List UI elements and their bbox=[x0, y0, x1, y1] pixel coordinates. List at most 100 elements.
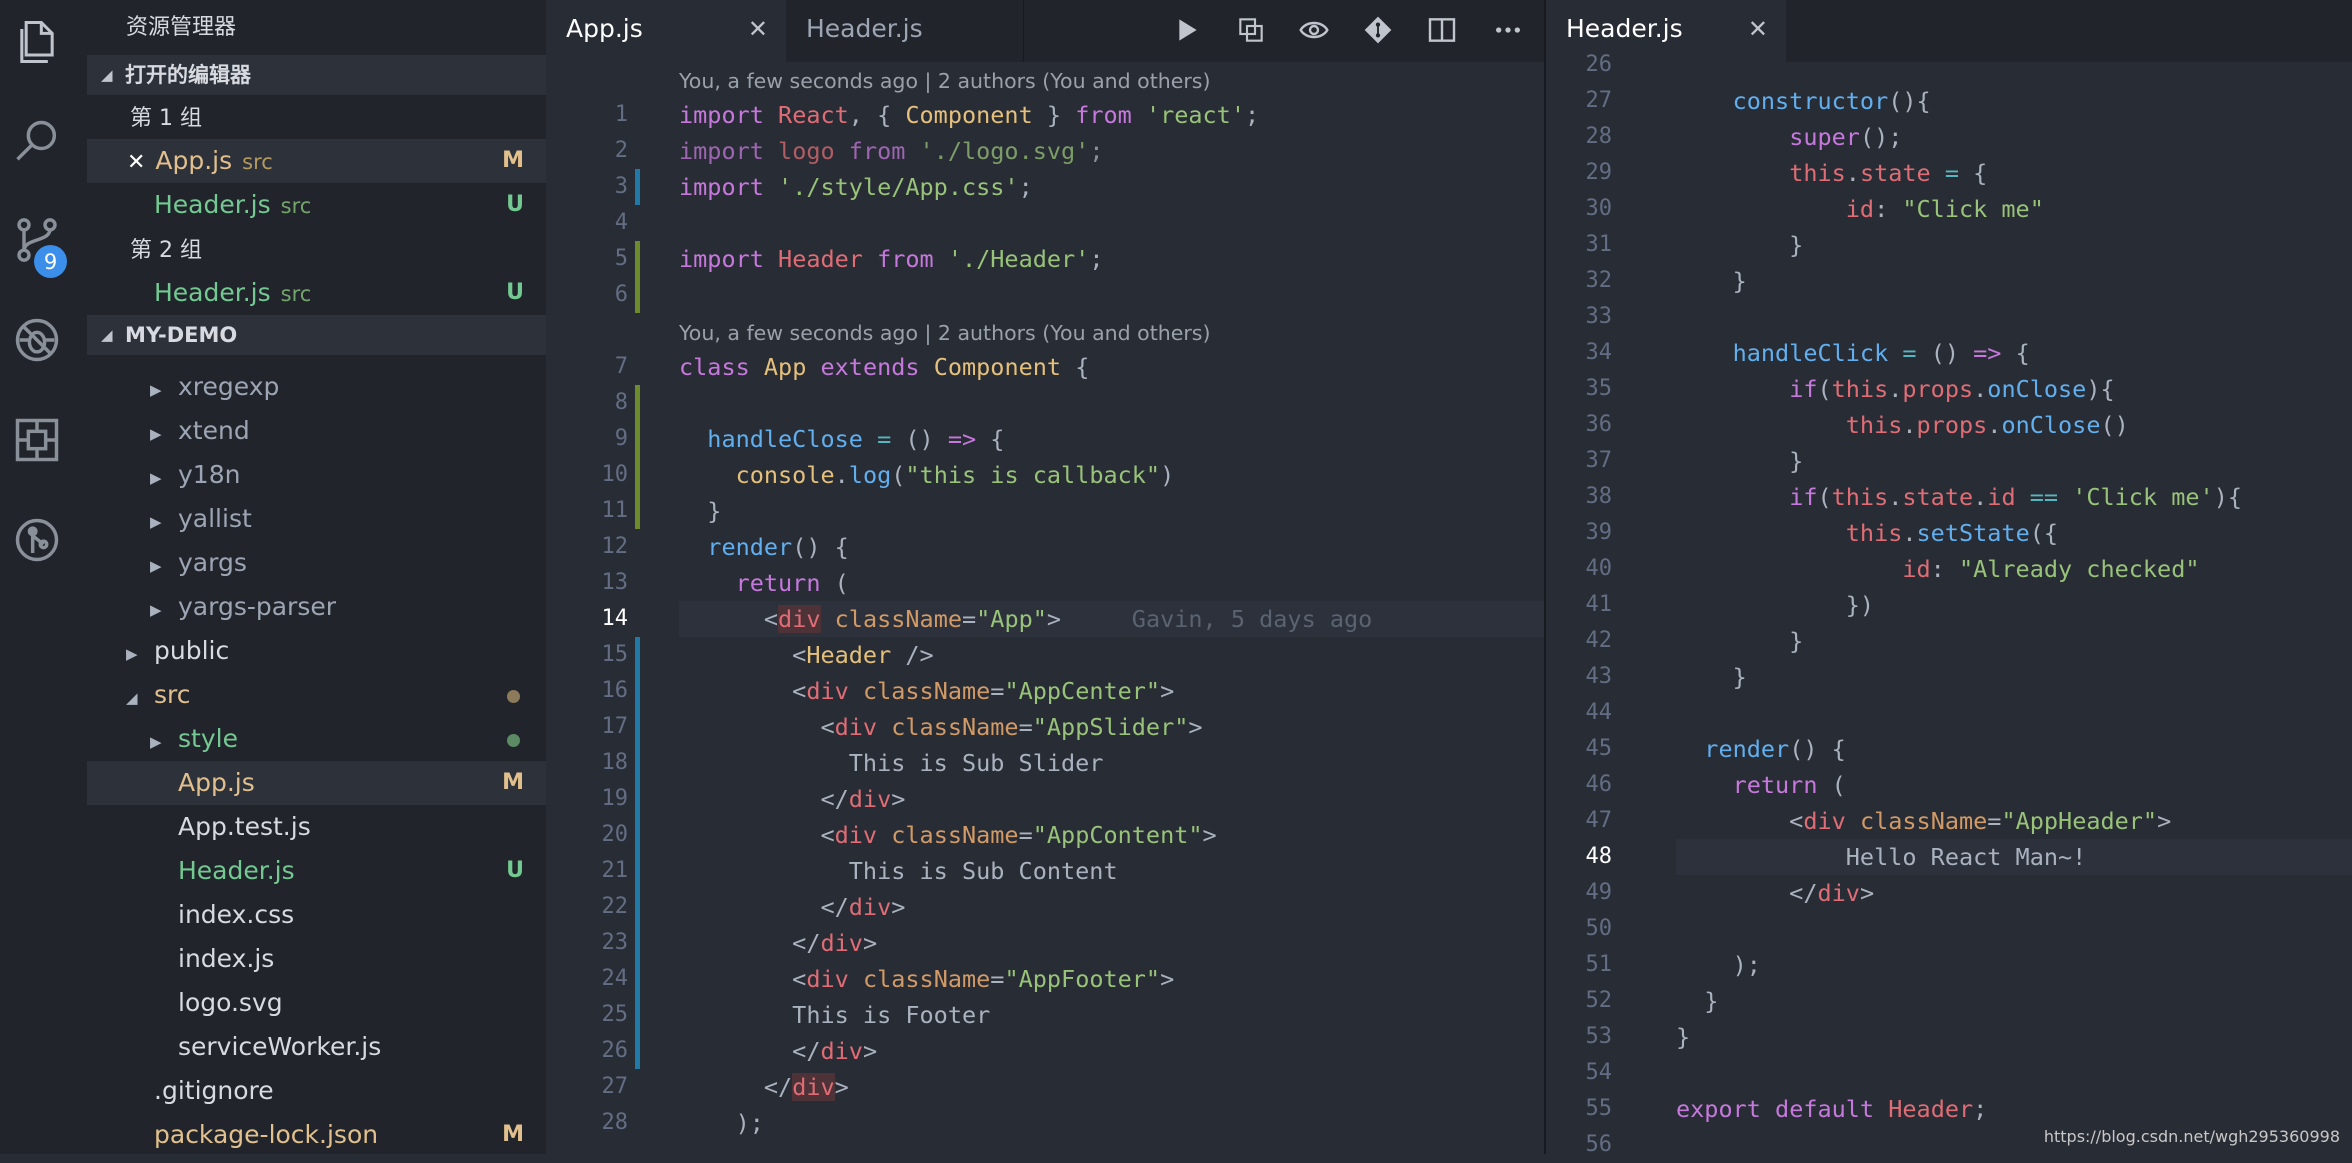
line-number: 56 bbox=[1585, 1132, 1613, 1157]
source-control-badge: 9 bbox=[34, 245, 67, 278]
codelens-authors[interactable]: You, a few seconds ago | 2 authors (You … bbox=[679, 315, 1210, 351]
preview-icon[interactable] bbox=[1294, 10, 1334, 50]
search-icon[interactable] bbox=[0, 112, 73, 172]
tree-item-label: src bbox=[154, 680, 191, 709]
open-editors-header[interactable]: ◢ 打开的编辑器 bbox=[87, 55, 546, 95]
tree-item-label: .gitignore bbox=[154, 1076, 274, 1105]
tree-item-file[interactable]: App.test.js bbox=[87, 805, 546, 849]
project-label: MY-DEMO bbox=[125, 323, 238, 347]
tree-item-folder[interactable]: ▶ yargs bbox=[87, 541, 546, 585]
tree-item-file[interactable]: index.css bbox=[87, 893, 546, 937]
tree-item-label: xregexp bbox=[178, 372, 280, 401]
tree-item-folder-style[interactable]: ▶ style bbox=[87, 717, 546, 761]
codelens-authors[interactable]: You, a few seconds ago | 2 authors (You … bbox=[679, 63, 1210, 99]
group1-label: 第 1 组 bbox=[87, 95, 546, 139]
line-number: 24 bbox=[601, 966, 629, 991]
tab-header-js[interactable]: Header.js bbox=[786, 0, 1024, 62]
tree-item-label: yargs bbox=[178, 548, 247, 577]
line-number: 51 bbox=[1585, 952, 1613, 977]
line-number: 27 bbox=[601, 1074, 629, 1099]
line-number: 6 bbox=[614, 282, 628, 307]
git-history-icon[interactable] bbox=[0, 510, 73, 570]
line-number: 7 bbox=[614, 354, 628, 379]
tree-item-label: index.css bbox=[178, 900, 295, 929]
tree-item-file-selected[interactable]: App.js M bbox=[87, 761, 546, 805]
diff-added-bar bbox=[635, 385, 640, 529]
explorer-sidebar: 资源管理器 ◢ 打开的编辑器 第 1 组 ✕ App.js src M Header… bbox=[87, 0, 546, 1154]
explorer-icon[interactable] bbox=[0, 12, 73, 72]
project-header[interactable]: ◢ MY-DEMO bbox=[87, 315, 546, 355]
tree-item-file[interactable]: serviceWorker.js bbox=[87, 1025, 546, 1069]
line-number: 30 bbox=[1585, 196, 1613, 221]
line-number-current: 48 bbox=[1585, 844, 1613, 869]
line-number: 50 bbox=[1585, 916, 1613, 941]
tree-item-folder-src[interactable]: ◢ src bbox=[87, 673, 546, 717]
tree-item-file[interactable]: index.js bbox=[87, 937, 546, 981]
git-status-badge: M bbox=[502, 770, 524, 795]
tree-item-folder[interactable]: ▶ yallist bbox=[87, 497, 546, 541]
git-status-badge: U bbox=[506, 280, 524, 305]
line-number-current: 14 bbox=[601, 606, 629, 631]
git-compare-icon[interactable] bbox=[1358, 10, 1398, 50]
close-editor-icon[interactable]: ✕ bbox=[127, 150, 145, 175]
line-number: 55 bbox=[1585, 1096, 1613, 1121]
tree-item-folder[interactable]: ▶ public bbox=[87, 629, 546, 673]
tree-item-file[interactable]: package-lock.json M bbox=[87, 1113, 546, 1154]
line-number: 9 bbox=[614, 426, 628, 451]
line-number: 26 bbox=[601, 1038, 629, 1063]
tree-item-folder[interactable]: ▶ yargs-parser bbox=[87, 585, 546, 629]
tree-item-label: App.js bbox=[178, 768, 255, 797]
line-number: 53 bbox=[1585, 1024, 1613, 1049]
open-editor-header-js[interactable]: Header.js src U bbox=[87, 183, 546, 227]
git-status-badge: U bbox=[506, 192, 524, 217]
tree-item-file[interactable]: logo.svg bbox=[87, 981, 546, 1025]
git-status-badge: M bbox=[502, 1122, 524, 1147]
open-editor-app-js[interactable]: ✕ App.js src M bbox=[87, 139, 546, 183]
tree-item-folder[interactable]: ▶ xregexp bbox=[87, 365, 546, 409]
tree-item-label: logo.svg bbox=[178, 988, 283, 1017]
line-number: 4 bbox=[614, 210, 628, 235]
tab-label: Header.js bbox=[1566, 14, 1683, 43]
collapse-triangle-icon: ◢ bbox=[101, 66, 113, 84]
run-icon[interactable] bbox=[1166, 10, 1206, 50]
tab-app-js[interactable]: App.js ✕ bbox=[546, 0, 786, 62]
close-tab-icon[interactable]: ✕ bbox=[1748, 0, 1768, 58]
line-number: 37 bbox=[1585, 448, 1613, 473]
line-number: 39 bbox=[1585, 520, 1613, 545]
chevron-right-icon: ▶ bbox=[150, 601, 162, 619]
line-number: 35 bbox=[1585, 376, 1613, 401]
line-number: 44 bbox=[1585, 700, 1613, 725]
more-actions-icon[interactable] bbox=[1488, 10, 1528, 50]
line-number: 21 bbox=[601, 858, 629, 883]
open-editor-dir: src bbox=[280, 194, 312, 218]
line-number: 20 bbox=[601, 822, 629, 847]
tree-item-label: xtend bbox=[178, 416, 250, 445]
tab-label: App.js bbox=[566, 14, 643, 43]
modified-dot bbox=[507, 690, 520, 703]
tree-item-folder[interactable]: ▶ y18n bbox=[87, 453, 546, 497]
chevron-right-icon: ▶ bbox=[150, 469, 162, 487]
open-changes-icon[interactable] bbox=[1231, 10, 1271, 50]
debug-icon[interactable] bbox=[0, 310, 73, 370]
open-editor-header-js-2[interactable]: Header.js src U bbox=[87, 271, 546, 315]
activity-bar: 9 bbox=[0, 0, 87, 1154]
open-editor-dir: src bbox=[280, 282, 312, 306]
diff-modified-bar bbox=[635, 169, 640, 205]
line-number: 17 bbox=[601, 714, 629, 739]
tree-item-folder[interactable]: ▶ xtend bbox=[87, 409, 546, 453]
group1-text: 第 1 组 bbox=[130, 106, 202, 131]
tree-item-file[interactable]: .gitignore bbox=[87, 1069, 546, 1113]
line-number: 34 bbox=[1585, 340, 1613, 365]
split-editor-icon[interactable] bbox=[1422, 10, 1462, 50]
chevron-right-icon: ▶ bbox=[150, 733, 162, 751]
tree-item-file[interactable]: Header.js U bbox=[87, 849, 546, 893]
close-tab-icon[interactable]: ✕ bbox=[748, 0, 768, 58]
tab-label: Header.js bbox=[806, 14, 923, 43]
line-number: 3 bbox=[614, 174, 628, 199]
extensions-icon[interactable] bbox=[0, 410, 73, 470]
line-number: 47 bbox=[1585, 808, 1613, 833]
line-number: 12 bbox=[601, 534, 629, 559]
line-number: 49 bbox=[1585, 880, 1613, 905]
chevron-right-icon: ▶ bbox=[150, 557, 162, 575]
group2-label: 第 2 组 bbox=[87, 227, 546, 271]
